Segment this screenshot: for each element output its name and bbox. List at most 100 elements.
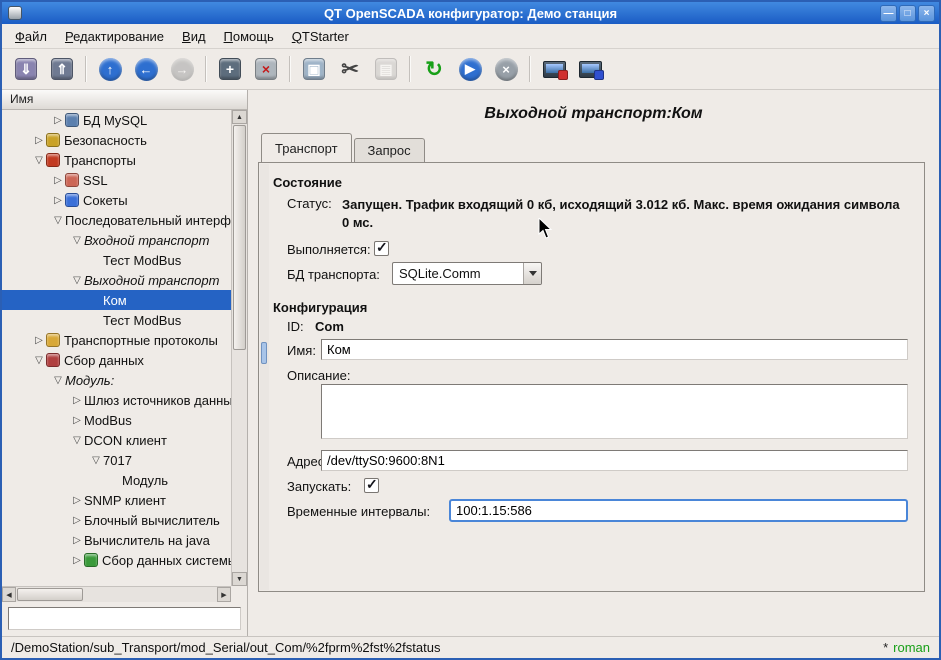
horizontal-scroll-thumb[interactable] [17, 588, 83, 601]
menu-item-qtstarter[interactable]: QTStarter [283, 26, 358, 47]
menu-item-view[interactable]: Вид [173, 26, 215, 47]
menu-item-edit[interactable]: Редактирование [56, 26, 173, 47]
menu-item-help[interactable]: Помощь [215, 26, 283, 47]
delete-item-icon[interactable]: × [249, 53, 283, 85]
chevron-down-icon [529, 271, 537, 276]
scroll-down-icon[interactable]: ▼ [232, 572, 247, 586]
tree-item[interactable]: ▽Последовательный интерфейс [2, 210, 231, 230]
collapse-arrow-icon[interactable]: ▽ [70, 275, 84, 286]
scroll-right-icon[interactable]: ▶ [217, 587, 231, 602]
tree-item[interactable]: ▷Безопасность [2, 130, 231, 150]
collapse-arrow-icon[interactable]: ▽ [70, 435, 84, 446]
tree-item[interactable]: ▷Сбор данных системы [2, 550, 231, 570]
tree-item[interactable]: ▷Вычислитель на java [2, 530, 231, 550]
expand-arrow-icon[interactable]: ▷ [32, 135, 46, 146]
tree-item-label: Модуль [122, 473, 168, 488]
titlebar[interactable]: QT OpenSCADA конфигуратор: Демо станция … [2, 2, 939, 24]
back-icon[interactable]: ← [129, 53, 163, 85]
tree-item[interactable]: ▽DCON клиент [2, 430, 231, 450]
expand-arrow-icon[interactable]: ▷ [51, 195, 65, 206]
refresh-icon[interactable]: ↻ [417, 53, 451, 85]
status-value: Запущен. Трафик входящий 0 кб, исходящий… [342, 196, 907, 232]
stop-icon[interactable]: × [489, 53, 523, 85]
expand-arrow-icon[interactable]: ▷ [70, 495, 84, 506]
save-to-db-icon[interactable]: ⇑ [45, 53, 79, 85]
tree-vertical-scrollbar[interactable]: ▲ ▼ [231, 110, 247, 586]
close-button[interactable]: × [918, 5, 935, 22]
start-checkbox[interactable] [364, 478, 379, 493]
tree-item[interactable]: Ком [2, 290, 231, 310]
tree-item-label: SSL [83, 173, 108, 188]
tree-item[interactable]: Тест ModBus [2, 250, 231, 270]
menu-item-file[interactable]: Файл [6, 26, 56, 47]
timings-input[interactable] [449, 499, 908, 522]
collapse-arrow-icon[interactable]: ▽ [32, 155, 46, 166]
tree-item[interactable]: ▷ SSL [2, 170, 231, 190]
tree-item[interactable]: ▷БД MySQL [2, 110, 231, 130]
tree-item[interactable]: ▽Выходной транспорт [2, 270, 231, 290]
tree-item[interactable]: ▽Модуль: [2, 370, 231, 390]
toolbar-separator [409, 56, 411, 82]
qtstarter-configurator-icon[interactable] [537, 53, 571, 85]
tree-item[interactable]: ▽7017 [2, 450, 231, 470]
cut-item-icon[interactable]: ✂ [333, 53, 367, 85]
name-input[interactable] [321, 339, 908, 360]
collapse-arrow-icon[interactable]: ▽ [89, 455, 103, 466]
content-scrollbar[interactable] [260, 164, 269, 590]
expand-arrow-icon[interactable]: ▷ [70, 395, 84, 406]
maximize-button[interactable]: □ [899, 5, 916, 22]
description-textarea[interactable] [321, 384, 908, 439]
collapse-arrow-icon[interactable]: ▽ [70, 235, 84, 246]
toolbar-separator [205, 56, 207, 82]
tree-item[interactable]: ▽Сбор данных [2, 350, 231, 370]
tree-filter-input[interactable] [8, 607, 241, 630]
transport-db-combobox[interactable]: SQLite.Comm [392, 262, 542, 285]
expand-arrow-icon[interactable]: ▷ [51, 115, 65, 126]
tree-item[interactable]: ▷SNMP клиент [2, 490, 231, 510]
tree-item[interactable]: Тест ModBus [2, 310, 231, 330]
tree-item[interactable]: Модуль [2, 470, 231, 490]
tab-request[interactable]: Запрос [354, 138, 425, 162]
expand-arrow-icon[interactable]: ▷ [70, 555, 84, 566]
expand-arrow-icon[interactable]: ▷ [70, 515, 84, 526]
name-label: Имя: [287, 343, 316, 358]
expand-arrow-icon[interactable]: ▷ [70, 415, 84, 426]
collapse-arrow-icon[interactable]: ▽ [51, 375, 65, 386]
content-scroll-thumb[interactable] [261, 342, 267, 364]
tree-item[interactable]: ▷Транспортные протоколы [2, 330, 231, 350]
tree-column-header[interactable]: Имя [2, 90, 247, 110]
tree-item[interactable]: ▽Транспорты [2, 150, 231, 170]
collapse-arrow-icon[interactable]: ▽ [32, 355, 46, 366]
expand-arrow-icon[interactable]: ▷ [70, 535, 84, 546]
expand-arrow-icon[interactable]: ▷ [51, 175, 65, 186]
scroll-up-icon[interactable]: ▲ [232, 110, 247, 124]
expand-arrow-icon[interactable]: ▷ [32, 335, 46, 346]
qtstarter-vision-icon[interactable] [573, 53, 607, 85]
combo-dropdown-button[interactable] [523, 263, 541, 284]
navigation-tree: ▷БД MySQL▷Безопасность▽Транспорты ▷ SSL ▷Со… [2, 110, 231, 586]
toolbar-separator [529, 56, 531, 82]
security-icon [46, 133, 60, 147]
address-input[interactable] [321, 450, 908, 471]
running-label: Выполняется: [287, 242, 371, 257]
tab-transport[interactable]: Транспорт [261, 133, 352, 162]
load-from-db-icon[interactable]: ⇓ [9, 53, 43, 85]
minimize-button[interactable]: — [880, 5, 897, 22]
tree-item[interactable]: ▷Блочный вычислитель [2, 510, 231, 530]
scroll-left-icon[interactable]: ◀ [2, 587, 16, 602]
statusbar: /DemoStation/sub_Transport/mod_Serial/ou… [2, 636, 939, 658]
tree-item-label: SNMP клиент [84, 493, 166, 508]
collapse-arrow-icon[interactable]: ▽ [51, 215, 65, 226]
tree-item[interactable]: ▷ModBus [2, 410, 231, 430]
start-icon[interactable]: ▶ [453, 53, 487, 85]
tree-item[interactable]: ▽Входной транспорт [2, 230, 231, 250]
up-level-icon[interactable]: ↑ [93, 53, 127, 85]
tree-item[interactable]: ▷Сокеты [2, 190, 231, 210]
tree-horizontal-scrollbar[interactable]: ◀ ▶ [2, 586, 231, 602]
add-item-icon[interactable]: + [213, 53, 247, 85]
copy-item-icon[interactable]: ▣ [297, 53, 331, 85]
running-checkbox[interactable] [374, 241, 389, 256]
tree-item-label: Блочный вычислитель [84, 513, 220, 528]
tree-item[interactable]: ▷Шлюз источников данных [2, 390, 231, 410]
vertical-scroll-thumb[interactable] [233, 125, 246, 350]
